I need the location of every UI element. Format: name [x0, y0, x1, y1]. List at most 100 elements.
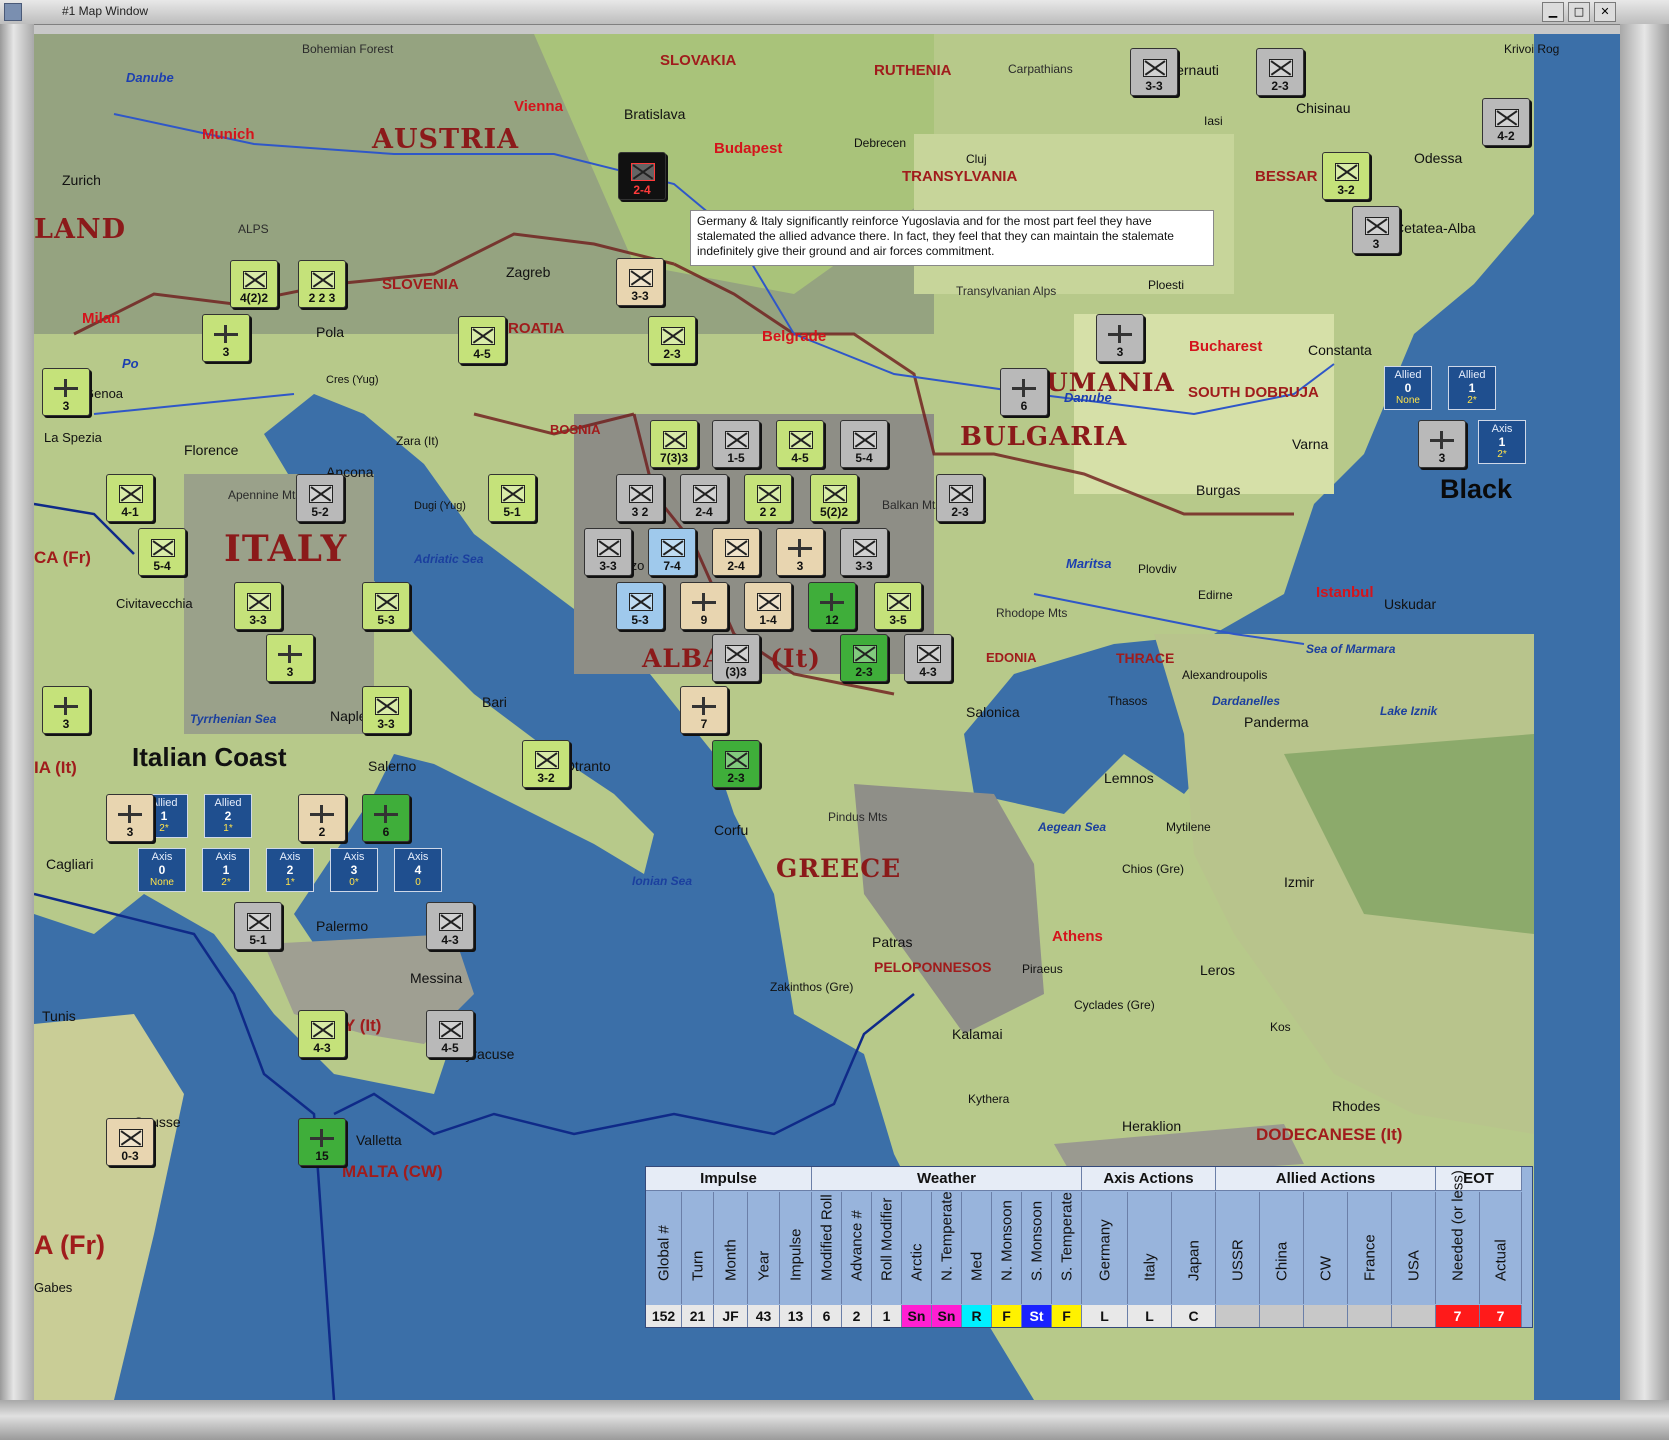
unit-counter[interactable]: 5-2 — [296, 474, 344, 522]
sea-box[interactable]: Axis 0 None — [138, 848, 186, 892]
minimize-icon[interactable]: ▁ — [1542, 2, 1564, 22]
unit-counter[interactable]: 2-3 — [840, 634, 888, 682]
air-unit-counter[interactable]: 3 — [106, 794, 154, 842]
unit-counter[interactable]: 3-3 — [840, 528, 888, 576]
country-label: LAND — [34, 214, 127, 245]
window-frame-left — [0, 24, 34, 1440]
city-label: Lemnos — [1104, 770, 1154, 786]
unit-counter[interactable]: 3-3 — [584, 528, 632, 576]
air-unit-counter[interactable]: 6 — [362, 794, 410, 842]
city-label: Panderma — [1244, 714, 1309, 730]
air-unit-counter[interactable]: 15 — [298, 1118, 346, 1166]
unit-counter[interactable]: 2-3 — [712, 740, 760, 788]
maximize-icon[interactable]: □ — [1568, 2, 1590, 22]
air-unit-counter[interactable]: 3 — [42, 686, 90, 734]
air-unit-counter[interactable]: 9 — [680, 582, 728, 630]
unit-counter[interactable]: 4-5 — [776, 420, 824, 468]
sea-box[interactable]: Axis 2 1* — [266, 848, 314, 892]
unit-counter[interactable]: 5-1 — [234, 902, 282, 950]
unit-counter[interactable]: 3-3 — [616, 258, 664, 306]
unit-counter[interactable]: 7-4 — [648, 528, 696, 576]
unit-counter[interactable]: 3 — [1352, 206, 1400, 254]
sea-box[interactable]: Allied 1 2* — [1448, 366, 1496, 410]
sea-box[interactable]: Allied 0 None — [1384, 366, 1432, 410]
unit-counter[interactable]: 5-4 — [138, 528, 186, 576]
unit-counter[interactable]: 5(2)2 — [810, 474, 858, 522]
sea-box[interactable]: Axis 1 2* — [1478, 420, 1526, 464]
region-label: BESSAR — [1255, 168, 1318, 185]
city-label: Cres (Yug) — [326, 374, 379, 386]
unit-counter[interactable]: 2 2 3 — [298, 260, 346, 308]
unit-counter[interactable]: 0-3 — [106, 1118, 154, 1166]
unit-counter[interactable]: (3)3 — [712, 634, 760, 682]
sea-box[interactable]: Allied 2 1* — [204, 794, 252, 838]
status-cell — [1216, 1305, 1260, 1327]
unit-counter[interactable]: 3 2 — [616, 474, 664, 522]
unit-counter[interactable]: 3-3 — [1130, 48, 1178, 96]
sea-box[interactable]: Axis 3 0* — [330, 848, 378, 892]
unit-counter[interactable]: 4-2 — [1482, 98, 1530, 146]
unit-counter[interactable]: 4(2)2 — [230, 260, 278, 308]
unit-counter[interactable]: 1-5 — [712, 420, 760, 468]
unit-counter[interactable]: 4-3 — [904, 634, 952, 682]
unit-counter[interactable]: 4-3 — [426, 902, 474, 950]
unit-counter[interactable]: 4-3 — [298, 1010, 346, 1058]
status-column-header: Advance # — [842, 1192, 872, 1304]
region-label: SLOVAKIA — [660, 52, 737, 69]
unit-counter[interactable]: 4-1 — [106, 474, 154, 522]
unit-counter[interactable]: 3-2 — [522, 740, 570, 788]
unit-counter[interactable]: 2-4 — [618, 152, 666, 200]
air-unit-counter[interactable]: 3 — [776, 528, 824, 576]
air-unit-counter[interactable]: 3 — [266, 634, 314, 682]
unit-counter[interactable]: 2-3 — [648, 316, 696, 364]
window-menu-icon[interactable] — [4, 3, 22, 21]
unit-counter[interactable]: 7(3)3 — [650, 420, 698, 468]
city-label: Corfu — [714, 822, 749, 838]
air-unit-counter[interactable]: 3 — [42, 368, 90, 416]
unit-counter[interactable]: 5-4 — [840, 420, 888, 468]
window-frame-bottom — [0, 1400, 1669, 1440]
unit-counter[interactable]: 2-3 — [936, 474, 984, 522]
unit-counter[interactable]: 3-5 — [874, 582, 922, 630]
region-label: ROATIA — [508, 320, 565, 337]
sea-box[interactable]: Axis 1 2* — [202, 848, 250, 892]
status-cell: L — [1128, 1305, 1172, 1327]
sea-box[interactable]: Axis 4 0 — [394, 848, 442, 892]
status-cell: Sn — [902, 1305, 932, 1327]
close-icon[interactable]: ✕ — [1594, 2, 1616, 22]
unit-counter[interactable]: 4-5 — [458, 316, 506, 364]
black-sea-label: Black — [1440, 474, 1513, 504]
unit-counter[interactable]: 3-3 — [234, 582, 282, 630]
air-unit-counter[interactable]: 7 — [680, 686, 728, 734]
city-label: Edirne — [1198, 588, 1233, 602]
river-label: Danube — [126, 70, 174, 85]
air-unit-counter[interactable]: 3 — [202, 314, 250, 362]
region-label: MALTA (CW) — [342, 1162, 443, 1181]
unit-counter[interactable]: 2-3 — [1256, 48, 1304, 96]
city-label: Cyclades (Gre) — [1074, 998, 1155, 1012]
air-unit-counter[interactable]: 2 — [298, 794, 346, 842]
region-label: IA (It) — [34, 758, 77, 777]
unit-counter[interactable]: 1-4 — [744, 582, 792, 630]
unit-counter[interactable]: 2 2 — [744, 474, 792, 522]
status-column-header: S. Monsoon — [1022, 1192, 1052, 1304]
unit-counter[interactable]: 5-1 — [488, 474, 536, 522]
status-column-header: Global # — [646, 1192, 682, 1304]
unit-counter[interactable]: 2-4 — [712, 528, 760, 576]
city-label: Thasos — [1108, 694, 1148, 708]
unit-counter[interactable]: 5-3 — [362, 582, 410, 630]
unit-counter[interactable]: 3-3 — [362, 686, 410, 734]
unit-counter[interactable]: 3-2 — [1322, 152, 1370, 200]
air-unit-counter[interactable]: 3 — [1418, 420, 1466, 468]
status-column-header: Needed (or less) — [1436, 1170, 1480, 1304]
status-column-header: Modified Roll — [812, 1192, 842, 1304]
region-label: SOUTH DOBRUJA — [1188, 384, 1319, 401]
unit-counter[interactable]: 2-4 — [680, 474, 728, 522]
air-unit-counter[interactable]: 12 — [808, 582, 856, 630]
city-label: Leros — [1200, 962, 1236, 978]
window-titlebar[interactable]: #1 Map Window ▁ □ ✕ — [0, 0, 1669, 25]
unit-counter[interactable]: 4-5 — [426, 1010, 474, 1058]
air-unit-counter[interactable]: 6 — [1000, 368, 1048, 416]
unit-counter[interactable]: 5-3 — [616, 582, 664, 630]
air-unit-counter[interactable]: 3 — [1096, 314, 1144, 362]
